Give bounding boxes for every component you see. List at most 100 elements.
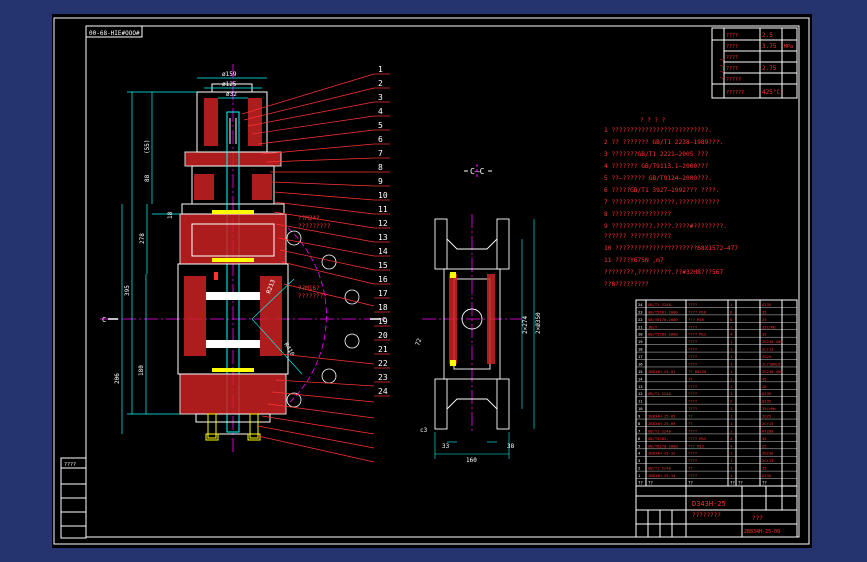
parts-cell: 23 [638, 309, 643, 314]
parts-cell: 2Cr13 [762, 458, 773, 463]
dim-d1: ø159 [222, 71, 237, 78]
callout-number: 2 [378, 79, 383, 88]
parts-cell: ???? [688, 324, 697, 329]
drawing-sheet: 00-68-HIE#OOO# ???? C C ø159 ø125 ø32 (5… [52, 14, 812, 548]
parts-header-cell: ?? [762, 481, 767, 486]
parts-cell: ???? [688, 399, 697, 404]
callout-number: 21 [378, 345, 388, 354]
callout-number: 22 [378, 359, 388, 368]
red-label-4: ???????? [298, 293, 327, 300]
parts-cell: Q235 [762, 391, 771, 396]
parts-cell: 7 [638, 428, 640, 433]
parts-cell: ???? [688, 458, 697, 463]
parts-cell: ???? [688, 451, 697, 456]
parts-cell: ???? [688, 473, 697, 478]
parts-header-cell: ?? [738, 481, 743, 486]
parts-cell: 4 [638, 451, 641, 456]
note-line: ?????? ??????????? [604, 233, 671, 240]
note-line: 10 ??????????????????????68X1572—477 [604, 245, 738, 252]
callout-number: 23 [378, 373, 388, 382]
param-value: 425°C [762, 89, 780, 96]
parts-cell: 20 [762, 384, 767, 389]
parts-cell: ZG230 [762, 451, 774, 456]
parts-cell: ?? [688, 421, 693, 426]
parts-cell: 1 [730, 421, 733, 426]
callout-number: 20 [378, 331, 388, 340]
dim-h7: 206 [114, 373, 121, 384]
note-line: 2 ?? ??????? GB/T1 2238—1989???. [604, 139, 723, 146]
parts-header-cell: ?? [688, 481, 693, 486]
parts-cell: 9 [638, 414, 641, 419]
callout-number: 16 [378, 275, 388, 284]
callout-number: 1 [378, 65, 383, 74]
parts-cell: 1 [730, 406, 733, 411]
callout-number: 14 [378, 247, 388, 256]
parts-cell: Q235 [762, 302, 771, 307]
section-mark-left: C [102, 316, 106, 324]
dim-d2: ø125 [222, 81, 237, 88]
title-name: ???????? [692, 512, 721, 519]
parts-cell: 15 [638, 369, 643, 374]
note-line: 8 ???????????????? [604, 211, 671, 218]
parts-cell: 2B834H-25-12 [648, 451, 675, 456]
dim-h3: 278 [139, 233, 146, 244]
param-value: 2.5 [762, 32, 773, 39]
parts-cell: 1 [730, 451, 733, 456]
param-label: ????? [726, 77, 741, 83]
parts-cell: ???? [688, 354, 697, 359]
title-quantity: ??? [752, 515, 763, 522]
parts-cell: ??? M12 [688, 443, 704, 448]
callout-number: 9 [378, 177, 383, 186]
parts-cell: GB/T5781-2000 [648, 309, 678, 314]
callout-number: 11 [378, 205, 388, 214]
parts-cell: ZG25 [762, 414, 771, 419]
parts-cell: 4 [730, 443, 733, 448]
callout-number: 24 [378, 387, 388, 396]
left-strip-label: ???? [64, 462, 76, 468]
parts-cell: 1 [730, 428, 733, 433]
dim-h1: (55) [144, 140, 151, 154]
note-line: ??8????????? [604, 281, 649, 288]
parts-cell: 20 [638, 332, 643, 337]
dim-d3: ø32 [226, 91, 237, 98]
parts-cell: 35 [762, 309, 767, 314]
parts-header-cell: ?? [648, 481, 653, 486]
left-strip: ???? [60, 457, 87, 539]
parts-cell: ???? [688, 406, 697, 411]
parts-cell: 1 [730, 302, 733, 307]
parts-cell: GB/T6170-2000 [648, 317, 678, 322]
parts-cell: 1 [730, 354, 733, 359]
parts-cell: ???? M16 [688, 309, 707, 314]
parts-cell: 21 [638, 324, 643, 329]
parts-cell: 1 [730, 414, 733, 419]
parts-cell: 1 [730, 458, 733, 463]
parts-cell: 16 [638, 361, 643, 366]
parts-cell: GB/T1 2240 [648, 466, 672, 471]
parts-cell: ?? DN250 [688, 369, 707, 374]
params-side-label: ? ? ? ? [718, 58, 724, 79]
param-label: ???? [726, 33, 738, 39]
note-line: 1 ??????????????????????????. [604, 127, 712, 134]
parts-cell: GB/T6170-2000 [648, 443, 678, 448]
parts-cell: 1 [730, 361, 733, 366]
parts-cell: ???? M12 [688, 332, 706, 337]
callout-number: 3 [378, 93, 383, 102]
parts-cell: ???? [688, 384, 697, 389]
parts-cell: 2 [730, 399, 732, 404]
callout-number: 7 [378, 149, 383, 158]
cad-drawing: 00-68-HIE#OOO# ???? C C ø159 ø125 ø32 (5… [53, 17, 810, 545]
dim-h2: 88 [144, 174, 151, 182]
parts-cell: 2B834H-25-01 [648, 369, 676, 374]
parts-cell: Q235 [762, 399, 771, 404]
parts-cell: GB/T5783-2000 [648, 332, 678, 337]
callout-number: 19 [378, 317, 388, 326]
parts-cell: 2B834H-25-09 [648, 421, 676, 426]
param-value: 2.75 [762, 65, 777, 72]
parts-cell: GB/T1 2240- [648, 428, 673, 433]
parts-cell: 1 [730, 369, 733, 374]
parts-cell: 19 [638, 339, 643, 344]
parts-cell: 1 [730, 391, 733, 396]
parts-cell: 1 [730, 376, 733, 381]
parts-cell: 11 [638, 399, 643, 404]
parts-cell: 22 [638, 317, 643, 322]
